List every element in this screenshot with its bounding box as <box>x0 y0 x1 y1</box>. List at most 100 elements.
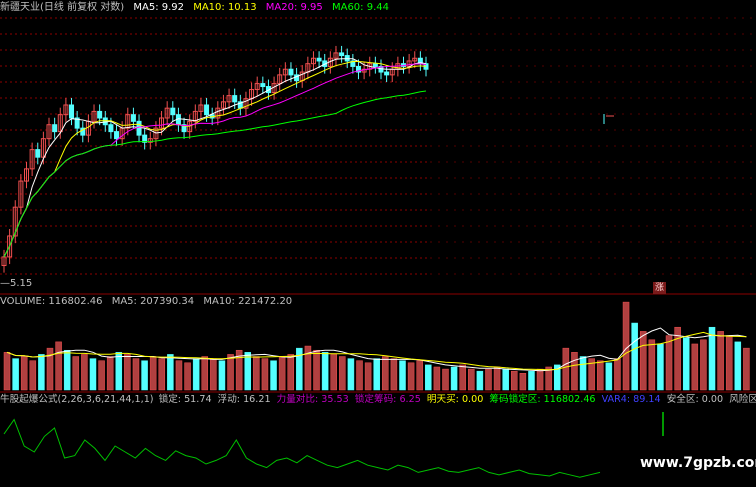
volume-bar <box>631 322 638 391</box>
volume-bar <box>639 331 647 391</box>
risk-label: 风险区: 60.00 <box>729 394 756 405</box>
volume-bar <box>63 349 71 391</box>
volume-bar <box>106 356 114 391</box>
indicator-name: 牛股起爆公式(2,26,3,6,21,44,1,1) <box>0 394 154 405</box>
volume-bar <box>536 368 544 391</box>
volume-bar <box>3 352 11 391</box>
volume-bar <box>158 358 166 391</box>
volume-bar <box>192 358 200 391</box>
volume-bar <box>81 354 88 391</box>
volume-bar <box>579 356 587 391</box>
volume-bar <box>278 356 286 391</box>
candle-body <box>372 63 378 67</box>
candle-body <box>204 104 210 116</box>
volume-bar <box>425 364 432 391</box>
candle-body <box>316 57 322 62</box>
volume-bar <box>708 326 716 391</box>
power-label: 力量对比: 35.53 <box>276 394 349 405</box>
volume-legend: VOLUME: 116802.46 MA5: 207390.34 MA10: 2… <box>0 296 298 308</box>
low-price-label: —5.15 <box>0 278 33 289</box>
volume-bar <box>502 368 509 391</box>
var4-label: VAR4: 89.14 <box>601 394 661 405</box>
ma10-label: MA10: 10.13 <box>193 2 257 13</box>
volume-bar <box>132 358 140 391</box>
vol-ma5-label: MA5: 207390.34 <box>111 296 195 307</box>
stock-chart <box>0 17 756 478</box>
volume-bar <box>476 370 484 391</box>
volume-bar <box>519 373 527 391</box>
volume-bar <box>72 356 80 391</box>
volume-bar <box>416 360 423 391</box>
ma5-label: MA5: 9.92 <box>133 2 185 13</box>
volume-bar <box>596 360 604 391</box>
limit-up-badge: 涨 <box>653 282 666 294</box>
volume-bar <box>433 366 441 391</box>
tomorrow-label: 明天买: 0.00 <box>426 394 484 405</box>
volume-bar <box>184 362 191 391</box>
volume-bar <box>330 354 337 391</box>
float-label: 浮动: 16.21 <box>217 394 271 405</box>
volume-bar <box>115 352 123 391</box>
volume-bar <box>364 362 372 391</box>
volume-bar <box>700 339 707 391</box>
candle-body <box>108 124 114 133</box>
candle-body <box>344 55 350 62</box>
volume-bar <box>734 341 742 391</box>
candle-body <box>130 114 136 122</box>
volume-bar <box>55 341 62 391</box>
volume-label: VOLUME: 116802.46 <box>0 296 103 307</box>
volume-bar <box>743 347 750 391</box>
volume-bar <box>682 337 690 391</box>
volume-bar <box>98 360 105 391</box>
volume-bar <box>717 331 724 391</box>
candle-body <box>170 107 176 116</box>
volume-bar <box>20 356 28 391</box>
volume-bar <box>725 335 733 391</box>
volume-bar <box>390 358 398 391</box>
volume-bar <box>459 364 466 391</box>
volume-bar <box>227 354 234 391</box>
candle-body <box>52 124 58 133</box>
candle-body <box>35 149 41 158</box>
volume-bar <box>450 366 458 391</box>
volume-bar <box>485 368 492 391</box>
volume-bar <box>614 358 621 391</box>
volume-bar <box>89 358 97 391</box>
candle-body <box>136 120 142 136</box>
volume-bar <box>373 358 380 391</box>
indicator-line <box>3 418 601 478</box>
volume-bar <box>511 370 518 391</box>
volume-bar <box>12 358 19 391</box>
volume-bar <box>253 356 260 391</box>
lock-label: 锁定: 51.74 <box>158 394 212 405</box>
volume-bar <box>665 335 673 391</box>
volume-bar <box>29 360 37 391</box>
stock-name: 新疆天业(日线 前复权 对数) <box>0 2 125 13</box>
volume-bar <box>468 368 475 391</box>
volume-bar <box>657 343 664 391</box>
volume-bar <box>622 301 630 391</box>
volume-bar <box>356 360 363 391</box>
volume-bar <box>407 362 415 391</box>
volume-bar <box>562 347 570 391</box>
ma20-label: MA20: 9.95 <box>265 2 323 13</box>
volume-bar <box>149 356 157 391</box>
volume-bar <box>124 354 131 391</box>
volume-bar <box>339 356 346 391</box>
volume-bar <box>382 356 389 391</box>
vol-ma10-label: MA10: 221472.20 <box>203 296 293 307</box>
volume-bar <box>175 360 183 391</box>
indicator-legend: 牛股起爆公式(2,26,3,6,21,44,1,1) 锁定: 51.74 浮动:… <box>0 394 756 406</box>
volume-bar <box>244 352 252 391</box>
price-legend: 新疆天业(日线 前复权 对数) MA5: 9.92 MA10: 10.13 MA… <box>0 2 395 14</box>
candle-body <box>232 95 238 103</box>
lockchip-label: 锁定筹码: 6.25 <box>354 394 421 405</box>
candle-body <box>288 68 294 76</box>
volume-bar <box>218 360 226 391</box>
candle-body <box>114 131 120 140</box>
volume-bar <box>287 354 294 391</box>
candle-body <box>69 104 75 119</box>
volume-bar <box>493 366 501 391</box>
volume-bar <box>210 358 217 391</box>
candle-body <box>384 71 390 76</box>
